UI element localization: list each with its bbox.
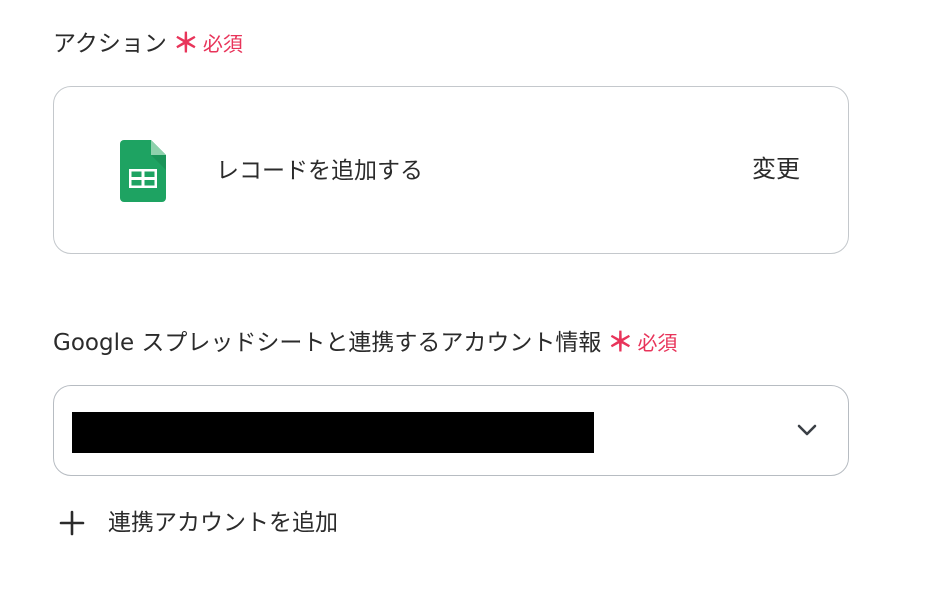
google-sheets-icon — [120, 140, 166, 202]
required-asterisk: ＊ — [172, 29, 199, 59]
change-action-button[interactable]: 変更 — [752, 153, 800, 185]
action-card: レコードを追加する 変更 — [53, 86, 849, 254]
plus-icon — [59, 510, 85, 536]
add-account-label: 連携アカウントを追加 — [108, 510, 338, 536]
action-field-label: アクション ＊ 必須 — [53, 29, 243, 59]
add-account-button[interactable]: 連携アカウントを追加 — [58, 507, 338, 539]
account-select[interactable] — [53, 385, 849, 476]
required-badge: 必須 — [637, 331, 678, 355]
action-name: レコードを追加する — [216, 158, 423, 184]
action-label-text: アクション — [53, 31, 167, 57]
redacted-account-value — [72, 412, 594, 453]
chevron-down-icon[interactable] — [796, 422, 818, 438]
account-field-label: Google スプレッドシートと連携するアカウント情報 ＊ 必須 — [53, 328, 677, 358]
required-badge: 必須 — [202, 32, 243, 56]
account-label-text: Google スプレッドシートと連携するアカウント情報 — [53, 330, 602, 356]
required-asterisk: ＊ — [607, 328, 634, 358]
